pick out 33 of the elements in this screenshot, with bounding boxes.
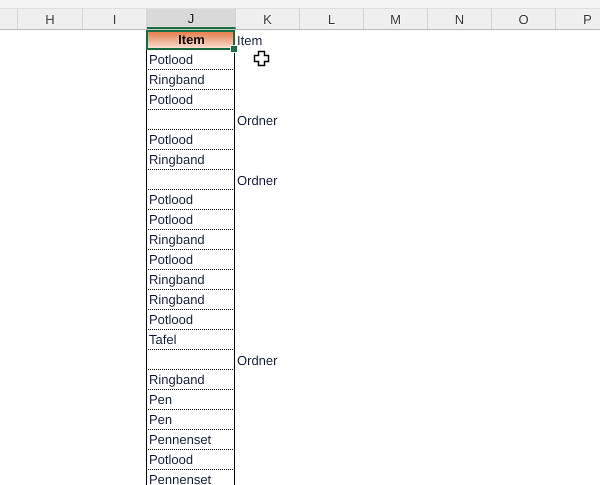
table-cell: Ringband	[146, 230, 235, 250]
column-header[interactable]: N	[428, 9, 492, 29]
table-cell: Potlood	[146, 450, 235, 470]
table-cell: Potlood	[146, 310, 235, 330]
table-cell: Ringband	[146, 290, 235, 310]
table-cell: Potlood	[146, 210, 235, 230]
cross-cursor-icon	[253, 50, 270, 67]
table-cell: Potlood	[146, 130, 235, 150]
table-cell: Potlood	[146, 190, 235, 210]
table-cell: Potlood	[146, 90, 235, 110]
column-header[interactable]: M	[364, 9, 428, 29]
column-header[interactable]: H	[18, 9, 83, 29]
table-cell-text: Item	[236, 32, 264, 50]
table-cell-text: Ordner	[236, 112, 278, 130]
table-cell: Pennenset	[146, 430, 235, 450]
table-cell: Pen	[146, 410, 235, 430]
table-cell-text: Ordner	[236, 352, 278, 370]
table-cell-text: Ordner	[236, 172, 278, 190]
table-cell: Pennenset	[146, 470, 235, 485]
table-cell: Pen	[146, 390, 235, 410]
column-header[interactable]: O	[492, 9, 556, 29]
column-header[interactable]: K	[236, 9, 300, 29]
column-header[interactable]: J	[147, 9, 236, 29]
column-header[interactable]: P	[556, 9, 600, 29]
table-cell: Potlood	[146, 50, 235, 70]
header-cell: Item	[146, 30, 235, 50]
table-cell: Ringband	[146, 270, 235, 290]
table-cell: Tafel	[146, 330, 235, 350]
column-header[interactable]: L	[300, 9, 364, 29]
table-cell: Potlood	[146, 250, 235, 270]
table-cell: Ringband	[146, 370, 235, 390]
table-cell: Ringband	[146, 150, 235, 170]
table-cell: Ringband	[146, 70, 235, 90]
